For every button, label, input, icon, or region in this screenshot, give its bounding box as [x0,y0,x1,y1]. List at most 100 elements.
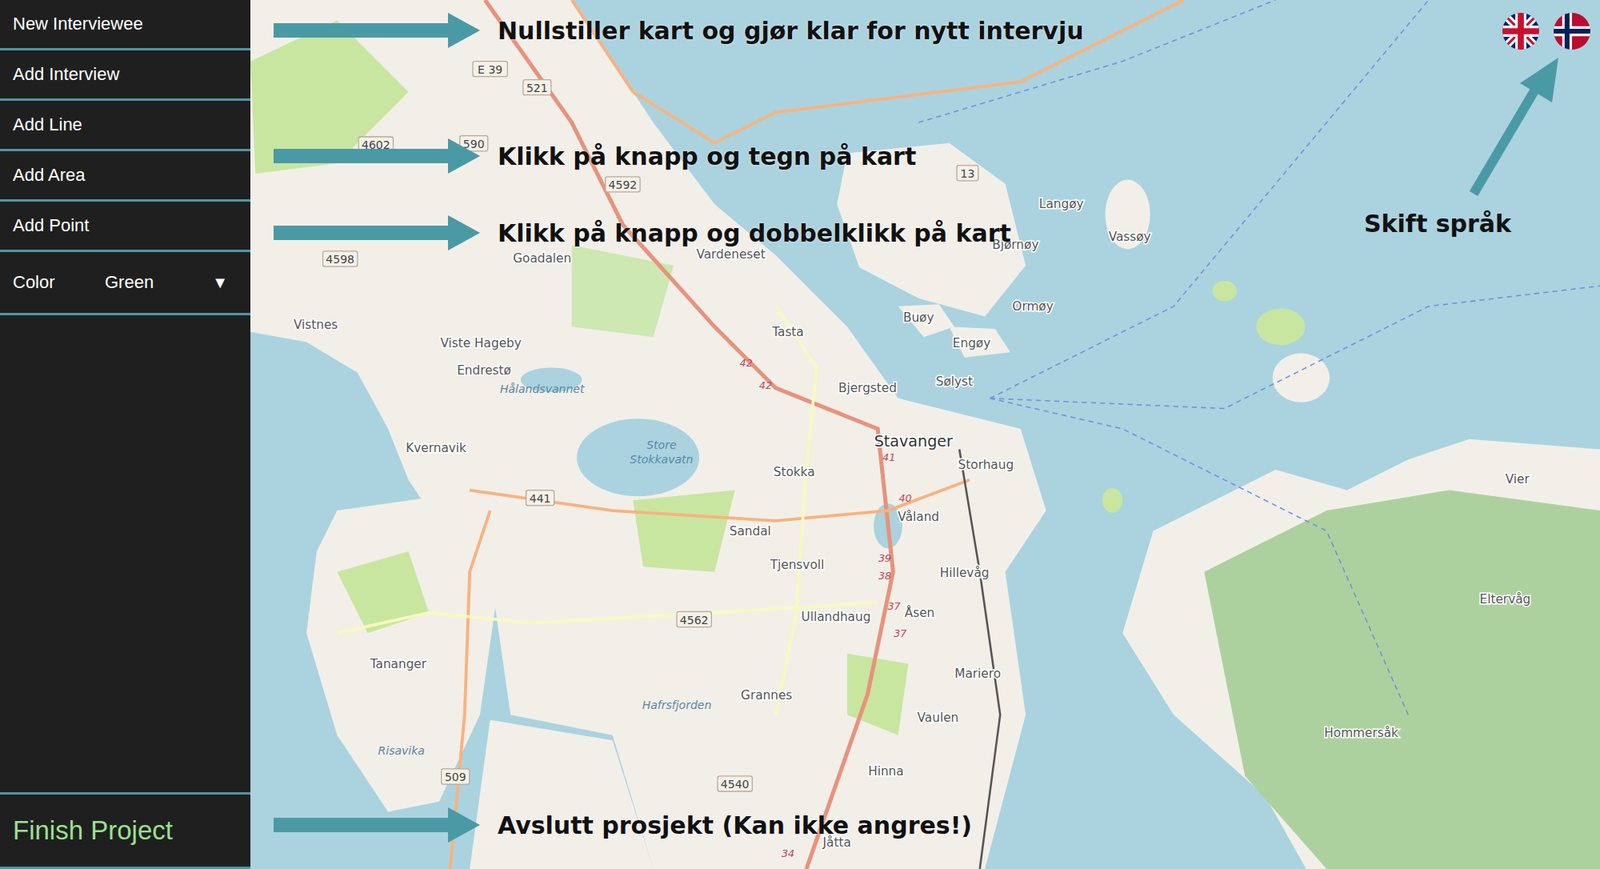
ferry-lines [918,0,1600,715]
language-switcher [1502,12,1591,50]
green-areas [250,20,1600,869]
arrow-icon [273,807,482,843]
color-select[interactable]: ColorGreen▼ [0,252,251,316]
annotation-text: Klikk på knapp og dobbelklikk på kart [497,219,1012,248]
app: New IntervieweeAdd InterviewAdd LineAdd … [0,0,1600,869]
arrow-icon [273,12,482,48]
map-label: 42 [759,379,772,392]
map-area: LangøyVassøyBjørnøyOrmøyBuøyEngøySølystG… [250,0,1600,869]
arrow-icon [1462,56,1567,200]
map-label: Hafrsfjorden [642,698,712,712]
map-label: 34 [781,847,795,860]
map-label: Hinna [868,764,904,779]
sidebar-item[interactable]: Add Point [0,201,251,252]
finish-project-button[interactable]: Finish Project [0,792,251,869]
map-label: Eltervåg [1480,592,1532,607]
map-label: 521 [523,80,552,96]
roads [336,0,1184,869]
svg-text:441: 441 [529,492,552,505]
map-canvas[interactable]: LangøyVassøyBjørnøyOrmøyBuøyEngøySølystG… [250,0,1600,869]
annotation-text: Nullstiller kart og gjør klar for nytt i… [497,16,1084,45]
sidebar-item[interactable]: Add Line [0,100,251,152]
map-label: 509 [441,768,470,784]
arrow-icon [273,215,482,251]
map-label: Ormøy [1012,299,1053,314]
flag-button[interactable] [1553,12,1591,50]
annotation: Nullstiller kart og gjør klar for nytt i… [273,12,1084,48]
map-label: Vassøy [1108,229,1152,244]
language-hint: Skift språk [1364,209,1512,238]
map-label: 37 [893,627,907,640]
uk-flag-icon [1502,12,1540,50]
sidebar-item[interactable]: Add Area [0,151,251,202]
map-label: Storhaug [958,457,1015,472]
map-label: Hålandsvannet [500,382,585,396]
map-label: 13 [956,165,979,181]
map-label: 4592 [605,176,640,192]
map-label: Mariero [954,666,1001,681]
map-label: Bjergsted [838,380,897,396]
map-label: E 39 [472,61,508,77]
svg-text:509: 509 [444,770,467,784]
svg-text:4562: 4562 [680,613,709,627]
map-label: 41 [882,451,896,464]
map-label: Grannes [740,688,792,703]
map-label: 37 [887,600,900,612]
map-label: Vaulen [917,710,960,725]
annotation: Klikk på knapp og tegn på kart [273,138,916,174]
map-label: Åsen [904,604,936,620]
svg-text:4540: 4540 [720,777,750,791]
map-label: Sølyst [936,374,973,389]
map-label: 38 [878,569,892,582]
annotation-text: Klikk på knapp og tegn på kart [497,142,916,171]
map-label: 4540 [717,776,752,792]
map-label: Langøy [1039,196,1084,212]
map-label: Hillevåg [940,565,990,580]
svg-text:4598: 4598 [325,252,355,266]
map-label: Kvernavik [405,440,467,456]
map-label: Endrestø [456,363,512,378]
color-label: Color [12,272,105,293]
map-label: Tjensvoll [769,557,825,572]
svg-text:13: 13 [960,167,975,180]
land [250,0,1600,869]
map-label: Viste Hageby [440,336,522,351]
map-label: Tasta [771,324,804,340]
map-label: Ullandhaug [800,609,871,624]
sidebar-spacer [0,315,251,792]
flag-button[interactable] [1502,12,1540,50]
map-label: Vistnes [293,317,338,332]
map-label: Store [646,438,676,452]
map-label: Vardeneset [696,247,765,262]
map-label: Hommersåk [1324,725,1399,740]
map-label: Sandal [729,524,772,539]
map-label: Buøy [903,310,935,325]
map-label: Goadalen [512,251,572,266]
map-label: Våland [897,509,940,524]
map-label: Vier [1505,472,1531,487]
map-label: 42 [740,356,753,369]
map-label: 4562 [676,611,712,627]
arrow-icon [273,138,482,174]
norway-flag-icon [1553,12,1591,50]
map-label: Stokkavatn [629,452,693,466]
sidebar-item[interactable]: Add Interview [0,50,251,101]
svg-text:521: 521 [526,81,548,95]
annotation: Avslutt prosjekt (Kan ikke angres!) [273,807,972,843]
map-label: Engøy [952,336,991,351]
annotation-text: Avslutt prosjekt (Kan ikke angres!) [497,811,972,840]
map-label: Tananger [369,656,428,672]
map-label: 441 [526,490,555,506]
sidebar-item[interactable]: New Interviewee [0,0,251,51]
map-label: Stavanger [874,432,953,451]
svg-text:E 39: E 39 [477,63,503,76]
map-label: 4598 [323,251,358,267]
color-value: Green [104,272,212,293]
caret-icon: ▼ [212,273,228,292]
map-label: Stokka [773,464,816,480]
map-label: Risavika [378,744,425,757]
map-label: 40 [899,492,912,504]
map-label: 39 [878,552,892,564]
annotation: Klikk på knapp og dobbelklikk på kart [273,215,1012,251]
svg-text:4592: 4592 [608,178,638,192]
